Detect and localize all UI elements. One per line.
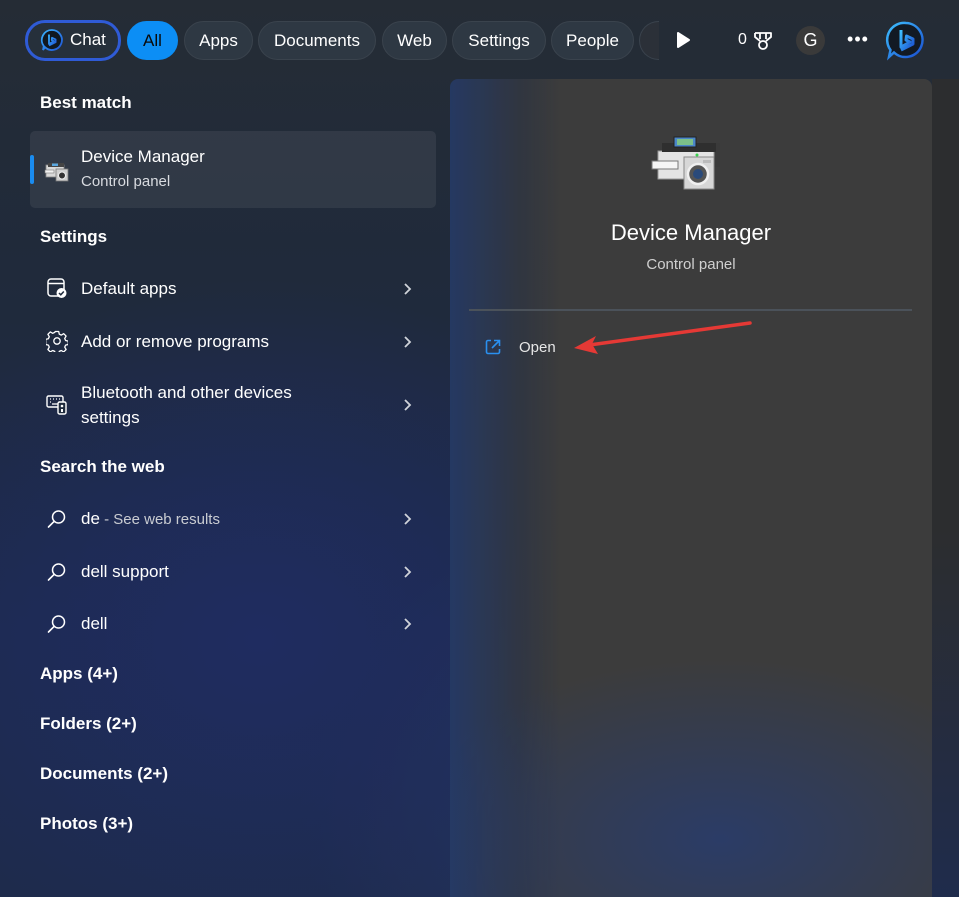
settings-item-label-line1: Bluetooth and other devices bbox=[81, 383, 292, 402]
category-folders[interactable]: Folders (2+) bbox=[40, 714, 137, 734]
filter-tab-web[interactable]: Web bbox=[382, 21, 447, 60]
web-result-dell-support[interactable]: dell support bbox=[30, 558, 436, 586]
device-manager-icon bbox=[44, 163, 69, 182]
settings-item-bluetooth-devices[interactable]: Bluetooth and other devices settings bbox=[30, 380, 436, 432]
best-match-subtitle: Control panel bbox=[81, 173, 171, 190]
chevron-right-icon bbox=[404, 513, 412, 525]
bing-chat-icon[interactable] bbox=[885, 20, 927, 62]
chevron-right-icon bbox=[404, 336, 412, 348]
play-icon[interactable] bbox=[672, 28, 694, 52]
background-edge bbox=[932, 79, 959, 897]
settings-heading: Settings bbox=[40, 227, 108, 246]
web-result-label: dell support bbox=[81, 562, 169, 581]
chevron-right-icon bbox=[404, 283, 412, 295]
web-result-de[interactable]: de - See web results bbox=[30, 505, 436, 533]
category-documents[interactable]: Documents (2+) bbox=[40, 764, 168, 784]
filter-tab-apps[interactable]: Apps bbox=[184, 21, 253, 60]
medal-icon[interactable] bbox=[752, 30, 774, 52]
rewards-count: 0 bbox=[738, 31, 747, 48]
selection-indicator bbox=[30, 155, 34, 184]
search-filter-bar: Chat All Apps Documents Web Settings Peo… bbox=[0, 0, 959, 80]
settings-item-default-apps[interactable]: Default apps bbox=[30, 275, 436, 303]
divider bbox=[469, 309, 912, 311]
preview-pane: Device Manager Control panel Open bbox=[450, 79, 932, 897]
chevron-right-icon bbox=[404, 566, 412, 578]
search-icon bbox=[47, 615, 66, 633]
bing-chat-icon bbox=[40, 29, 63, 51]
gear-icon bbox=[46, 330, 68, 352]
open-external-icon bbox=[485, 339, 501, 355]
settings-item-add-remove-programs[interactable]: Add or remove programs bbox=[30, 328, 436, 356]
chevron-right-icon bbox=[404, 399, 412, 411]
category-photos[interactable]: Photos (3+) bbox=[40, 814, 133, 834]
chevron-right-icon bbox=[404, 618, 412, 630]
best-match-title: Device Manager bbox=[81, 147, 205, 166]
preview-title: Device Manager bbox=[610, 220, 772, 245]
avatar[interactable]: G bbox=[796, 26, 825, 55]
settings-item-label: Default apps bbox=[81, 279, 177, 298]
filter-tab-all[interactable]: All bbox=[127, 21, 178, 60]
open-button[interactable]: Open bbox=[480, 334, 600, 362]
chat-button[interactable]: Chat bbox=[25, 20, 121, 61]
filter-tab-people[interactable]: People bbox=[551, 21, 634, 60]
chat-label: Chat bbox=[70, 30, 106, 49]
open-label: Open bbox=[519, 339, 556, 356]
device-manager-icon bbox=[651, 136, 720, 190]
web-result-label: de - See web results bbox=[81, 506, 220, 532]
filter-tab-documents[interactable]: Documents bbox=[258, 21, 376, 60]
settings-item-label: Add or remove programs bbox=[81, 332, 270, 351]
web-query: de bbox=[81, 509, 100, 528]
settings-item-label-line2: settings bbox=[81, 408, 140, 427]
best-match-result[interactable]: Device Manager Control panel bbox=[30, 131, 436, 208]
search-web-heading: Search the web bbox=[40, 457, 165, 476]
web-result-suffix: - See web results bbox=[99, 511, 220, 528]
search-icon bbox=[47, 510, 66, 528]
filter-tab-settings[interactable]: Settings bbox=[452, 21, 546, 60]
preview-subtitle: Control panel bbox=[646, 256, 736, 273]
web-result-dell[interactable]: dell bbox=[30, 610, 436, 638]
filter-tab-overflow[interactable] bbox=[639, 21, 659, 60]
category-apps[interactable]: Apps (4+) bbox=[40, 664, 118, 684]
default-apps-icon bbox=[47, 278, 67, 298]
devices-icon bbox=[46, 395, 67, 415]
best-match-heading: Best match bbox=[40, 93, 132, 112]
web-result-label: dell bbox=[81, 614, 108, 633]
more-options-button[interactable]: ••• bbox=[845, 26, 871, 54]
search-icon bbox=[47, 563, 66, 581]
